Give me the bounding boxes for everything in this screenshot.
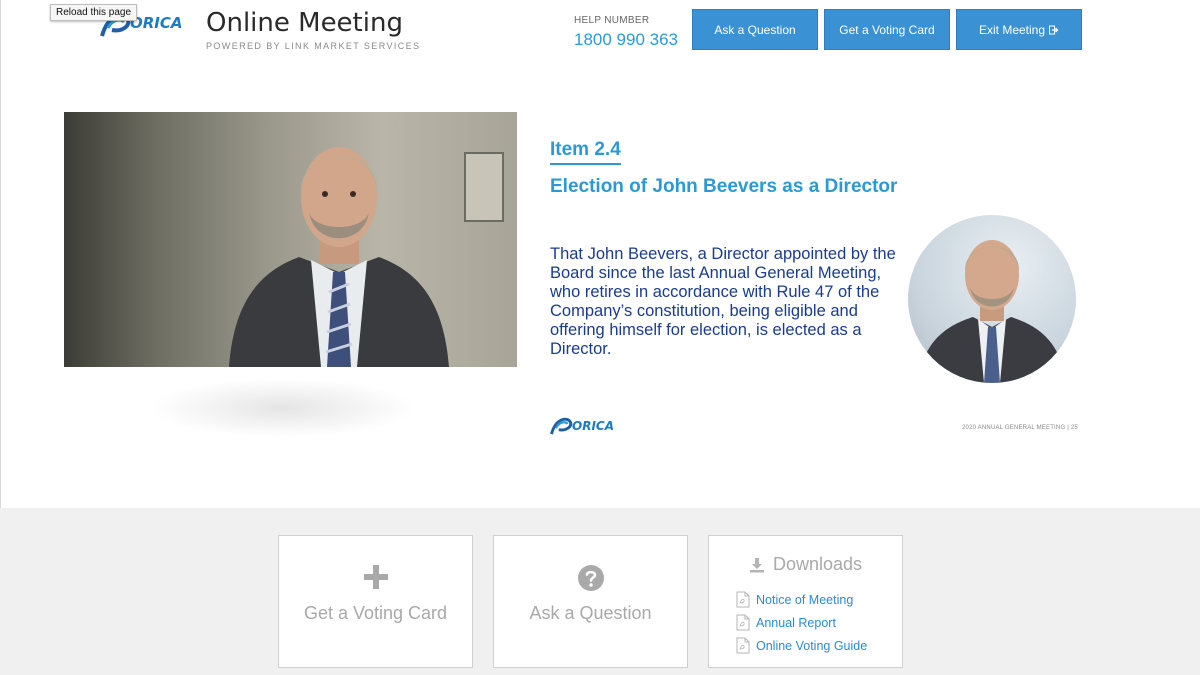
exit-meeting-button-label: Exit Meeting [978,22,1046,37]
plus-icon [363,565,388,589]
question-mark-icon [577,565,604,591]
download-item-voting-guide[interactable]: Online Voting Guide [736,634,867,657]
download-item-notice[interactable]: Notice of Meeting [736,588,867,611]
ask-question-button-label: Ask a Question [714,22,796,37]
action-panel: Get a Voting Card Ask a Question Downloa… [0,508,1200,675]
slide-heading: Election of John Beevers as a Director [550,176,898,197]
video-player[interactable] [64,112,517,367]
downloads-title: Downloads [773,554,863,574]
notice-of-meeting-link[interactable]: Notice of Meeting [756,593,853,607]
header: Reload this page ORICA Online Meeting PO… [0,0,1200,60]
download-icon [750,557,764,572]
downloads-list: Notice of Meeting Annual Report Online V… [736,588,867,657]
voting-card-button-label: Get a Voting Card [839,22,935,37]
logo-text: ORICA [130,14,183,32]
slide-item-number: Item 2.4 [550,139,621,165]
voting-card-tile[interactable]: Get a Voting Card [278,535,473,668]
exit-icon [1049,25,1059,34]
pdf-file-icon [736,614,750,631]
ask-question-tile[interactable]: Ask a Question [493,535,688,668]
slide-orica-logo: ORICA [548,415,628,439]
downloads-heading: Downloads [749,554,862,575]
voting-card-tile-label: Get a Voting Card [303,603,448,623]
speaker-video-image [229,147,449,367]
help-number[interactable]: 1800 990 363 [574,30,678,50]
page-title: Online Meeting [206,8,403,38]
download-item-annual-report[interactable]: Annual Report [736,611,867,634]
slide-resolution-text: That John Beevers, a Director appointed … [550,245,896,358]
page-subtitle: POWERED BY LINK MARKET SERVICES [206,41,421,51]
pdf-file-icon [736,591,750,608]
ask-question-button[interactable]: Ask a Question [692,9,818,50]
video-window-frame [464,152,504,222]
pdf-file-icon [736,637,750,654]
online-voting-guide-link[interactable]: Online Voting Guide [756,639,867,653]
voting-card-button[interactable]: Get a Voting Card [824,9,950,50]
annual-report-link[interactable]: Annual Report [756,616,836,630]
reload-tooltip: Reload this page [50,4,138,21]
presentation-slide: Item 2.4 Election of John Beevers as a D… [530,112,1110,442]
exit-meeting-button[interactable]: Exit Meeting [956,9,1082,50]
slide-logo-text: ORICA [572,419,614,433]
help-number-label: HELP NUMBER [574,15,650,26]
director-portrait [908,215,1076,383]
director-photo [918,240,1066,383]
ask-question-tile-label: Ask a Question [529,603,652,623]
slide-footer: 2020 ANNUAL GENERAL MEETING | 25 [962,425,1078,431]
downloads-tile: Downloads Notice of Meeting Annual Repor… [708,535,903,668]
video-shadow [150,378,416,438]
slide-orica-swirl-icon [550,417,573,435]
